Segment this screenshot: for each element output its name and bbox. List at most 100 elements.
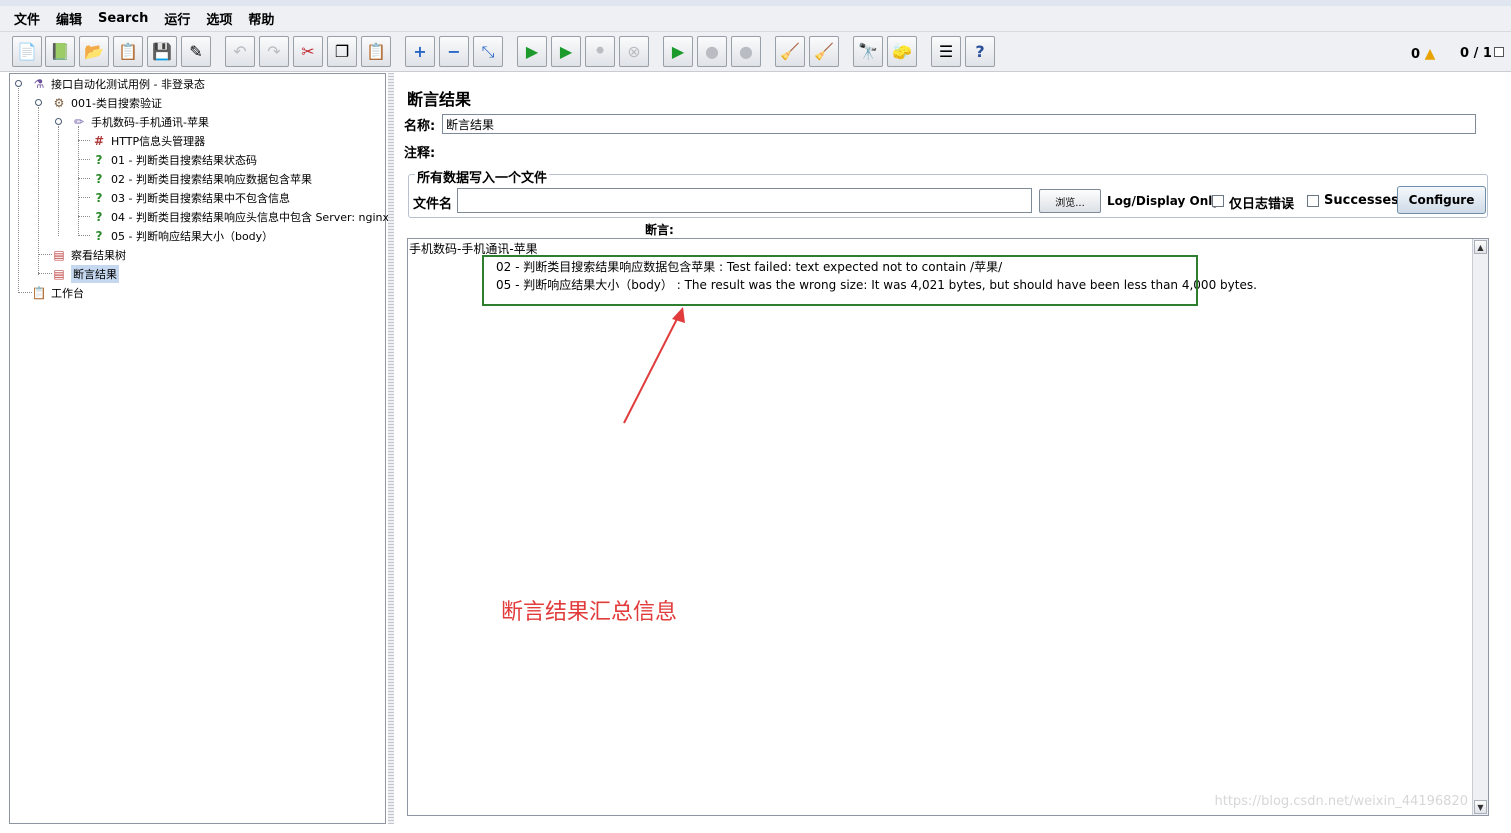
scroll-down-icon[interactable]: ▼ <box>1474 800 1487 814</box>
tree-node-label: 05 - 判断响应结果大小（body） <box>111 230 274 243</box>
comment-label: 注释: <box>404 146 436 161</box>
chart-icon: ▤ <box>53 267 65 281</box>
help-icon[interactable]: ? <box>965 36 995 67</box>
stop-icon[interactable]: ⬣ <box>585 36 615 67</box>
scroll-up-icon[interactable]: ▲ <box>1474 240 1487 254</box>
collapse-handle[interactable] <box>35 99 42 106</box>
chart-icon: ▤ <box>53 248 65 262</box>
redo-icon[interactable]: ↷ <box>259 36 289 67</box>
copy-icon[interactable]: ❐ <box>327 36 357 67</box>
name-label: 名称: <box>404 118 436 134</box>
fieldset-legend: 所有数据写入一个文件 <box>415 167 550 186</box>
tree-node-label: 接口自动化测试用例 - 非登录态 <box>51 78 205 91</box>
undo-icon[interactable]: ↶ <box>225 36 255 67</box>
paste-icon[interactable]: 📋 <box>361 36 391 67</box>
tree-node-label: 03 - 判断类目搜索结果中不包含信息 <box>111 192 290 205</box>
shutdown-icon[interactable]: ⊗ <box>619 36 649 67</box>
name-input[interactable] <box>442 114 1476 134</box>
clear-icon[interactable]: 🧹 <box>775 36 805 67</box>
expand-icon[interactable]: + <box>405 36 435 67</box>
name-row: 名称: <box>404 114 1476 134</box>
warning-count[interactable]: 0 ▲ <box>1411 46 1435 62</box>
toggle-icon[interactable]: ⤡ <box>473 36 503 67</box>
tree-node-assertion[interactable]: ? 03 - 判断类目搜索结果中不包含信息 <box>90 189 290 207</box>
assertion-icon: ? <box>95 172 103 186</box>
filename-label: 文件名 <box>413 197 453 212</box>
test-plan-tree: ⚗ 接口自动化测试用例 - 非登录态 ⚙ 001-类目搜索验证 ✏ 手机数码-手… <box>9 73 390 824</box>
annotation-text: 断言结果汇总信息 <box>501 600 678 625</box>
tree-node-header-manager[interactable]: # HTTP信息头管理器 <box>90 132 205 150</box>
tree-node-assertion[interactable]: ? 05 - 判断响应结果大小（body） <box>90 227 274 245</box>
tree-node-label: 断言结果 <box>71 265 119 283</box>
tree-node-sampler[interactable]: ✏ 手机数码-手机通讯-苹果 <box>70 113 209 131</box>
tree-node-thread-group[interactable]: ⚙ 001-类目搜索验证 <box>50 94 162 112</box>
browse-button[interactable]: 浏览... <box>1039 189 1101 213</box>
flask-icon: ⚗ <box>33 77 45 91</box>
toolbar: 📄 📗 📂 📋 💾 ✎ ↶ ↷ ✂ ❐ 📋 + − ⤡ ▶ ▶ ⬣ ⊗ ▶ ● … <box>0 32 1511 72</box>
templates-icon[interactable]: 📗 <box>45 36 75 67</box>
assertion-results-tree[interactable]: 手机数码-手机通讯-苹果 02 - 判断类目搜索结果响应数据包含苹果 : Tes… <box>407 238 1489 816</box>
successes-checkbox[interactable] <box>1307 195 1319 207</box>
reset-search-icon[interactable]: 🧽 <box>887 36 917 67</box>
annotation-arrow <box>623 307 685 424</box>
tree-node-label: 察看结果树 <box>71 249 126 262</box>
tree-node-assertion[interactable]: ? 04 - 判断类目搜索结果响应头信息中包含 Server: nginx <box>90 208 390 226</box>
remote-stop-icon[interactable]: ● <box>697 36 727 67</box>
warning-icon: ▲ <box>1424 46 1436 62</box>
page-title: 断言结果 <box>407 90 472 109</box>
collapse-icon[interactable]: − <box>439 36 469 67</box>
start-icon[interactable]: ▶ <box>517 36 547 67</box>
menu-help[interactable]: 帮助 <box>240 9 282 28</box>
save-icon[interactable]: 💾 <box>147 36 177 67</box>
menu-edit[interactable]: 编辑 <box>48 9 90 28</box>
log-display-label: Log/Display Only: <box>1107 194 1225 208</box>
assertion-label: 断言: <box>645 223 674 237</box>
warning-count-value: 0 <box>1411 47 1421 62</box>
tree-node-label: 手机数码-手机通讯-苹果 <box>91 116 209 129</box>
assertion-icon: ? <box>95 153 103 167</box>
open-icon[interactable]: 📂 <box>79 36 109 67</box>
remote-shutdown-icon[interactable]: ● <box>731 36 761 67</box>
pipette-icon: ✏ <box>73 115 85 129</box>
clipboard-icon: 📋 <box>31 286 47 300</box>
tree-node-view-results-tree[interactable]: ▤ 察看结果树 <box>50 246 126 264</box>
menu-bar: 文件 编辑 Search 运行 选项 帮助 <box>0 6 1511 32</box>
collapse-handle[interactable] <box>15 80 22 87</box>
menu-file[interactable]: 文件 <box>6 9 48 28</box>
assertion-results-panel: 断言结果 名称: 注释: 所有数据写入一个文件 文件名 浏览... Log/Di… <box>396 73 1505 824</box>
filename-input[interactable] <box>457 188 1032 213</box>
errors-only-label: 仅日志错误 <box>1229 197 1295 212</box>
write-to-file-group: 所有数据写入一个文件 文件名 浏览... Log/Display Only: 仅… <box>408 167 1488 218</box>
collapse-handle[interactable] <box>55 118 62 125</box>
remote-start-icon[interactable]: ▶ <box>663 36 693 67</box>
tree-node-label: 04 - 判断类目搜索结果响应头信息中包含 Server: nginx <box>111 211 390 224</box>
tree-node-assertion[interactable]: ? 01 - 判断类目搜索结果状态码 <box>90 151 257 169</box>
menu-run[interactable]: 运行 <box>156 9 198 28</box>
errors-only-checkbox[interactable] <box>1212 195 1224 207</box>
assertion-icon: ? <box>95 229 103 243</box>
function-helper-icon[interactable]: ☰ <box>931 36 961 67</box>
start-no-pause-icon[interactable]: ▶ <box>551 36 581 67</box>
tree-node-assertion[interactable]: ? 02 - 判断类目搜索结果响应数据包含苹果 <box>90 170 312 188</box>
tree-node-test-plan[interactable]: ⚗ 接口自动化测试用例 - 非登录态 <box>30 75 205 93</box>
vertical-scrollbar[interactable]: ▲ ▼ <box>1472 239 1488 815</box>
configure-button[interactable]: Configure <box>1397 186 1486 214</box>
tree-node-workbench[interactable]: 📋 工作台 <box>30 284 84 302</box>
cut-icon[interactable]: ✂ <box>293 36 323 67</box>
tree-node-assertion-results[interactable]: ▤ 断言结果 <box>50 265 119 283</box>
search-icon[interactable]: 🔭 <box>853 36 883 67</box>
tree-node-label: 02 - 判断类目搜索结果响应数据包含苹果 <box>111 173 312 186</box>
new-icon[interactable]: 📄 <box>12 36 42 67</box>
save-as-icon[interactable]: ✎ <box>181 36 211 67</box>
clear-all-icon[interactable]: 🧹 <box>809 36 839 67</box>
watermark: https://blog.csdn.net/weixin_44196820 <box>1214 794 1468 809</box>
split-pane-divider[interactable] <box>388 73 394 824</box>
assertion-icon: ? <box>95 210 103 224</box>
menu-options[interactable]: 选项 <box>198 9 240 28</box>
tree-node-label: 001-类目搜索验证 <box>71 97 162 110</box>
menu-search[interactable]: Search <box>90 11 156 26</box>
status-indicator <box>1494 47 1504 57</box>
close-icon[interactable]: 📋 <box>113 36 143 67</box>
successes-label: Successes <box>1324 193 1399 208</box>
thread-count: 0 / 1 <box>1460 46 1492 61</box>
